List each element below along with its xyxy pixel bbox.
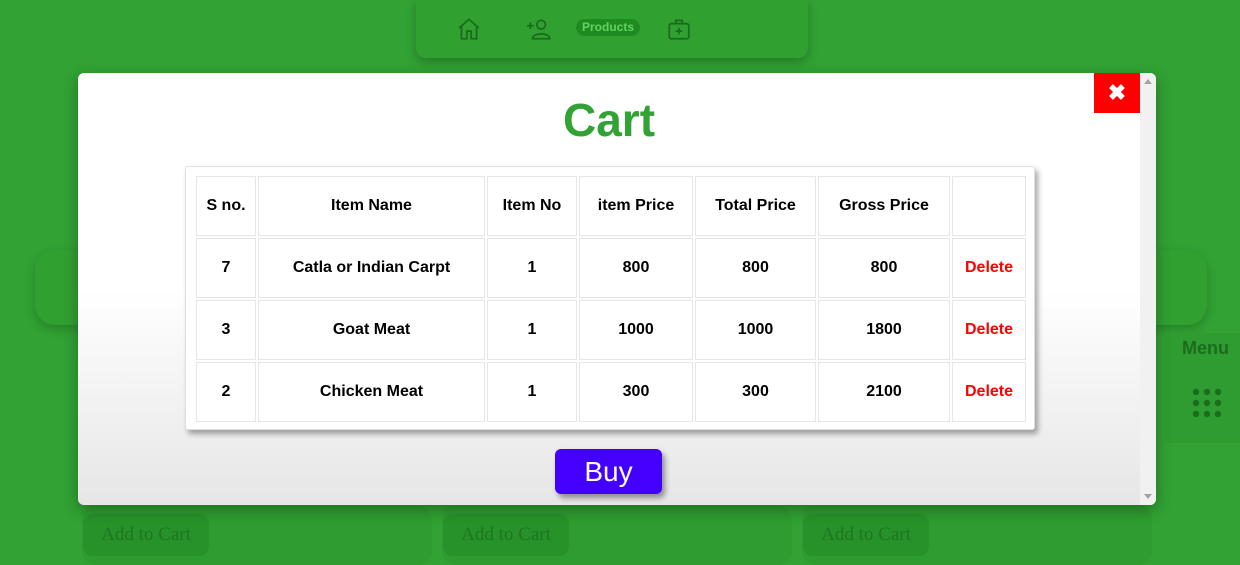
medical-bag-icon[interactable] (666, 16, 692, 42)
cart-table: S no. Item Name Item No item Price Total… (194, 174, 1028, 424)
col-total-price: Total Price (695, 176, 816, 236)
cell-total-price: 1000 (695, 300, 816, 360)
cell-sno: 3 (196, 300, 256, 360)
cell-gross-price: 1800 (818, 300, 950, 360)
col-gross-price: Gross Price (818, 176, 950, 236)
table-row: 7 Catla or Indian Carpt 1 800 800 800 De… (196, 238, 1026, 298)
buy-button[interactable]: Buy (555, 449, 662, 494)
modal-scrollbar[interactable] (1140, 73, 1156, 505)
top-nav: Products (416, 0, 808, 58)
table-row: 2 Chicken Meat 1 300 300 2100 Delete (196, 362, 1026, 422)
grid-menu-icon[interactable] (1191, 387, 1225, 421)
col-action (952, 176, 1026, 236)
cell-item-price: 800 (579, 238, 693, 298)
cell-gross-price: 800 (818, 238, 950, 298)
delete-button[interactable]: Delete (952, 238, 1026, 298)
menu-label[interactable]: Menu (1182, 338, 1229, 359)
add-user-icon[interactable] (526, 16, 552, 42)
cell-item-price: 1000 (579, 300, 693, 360)
cart-modal: ✖ Cart S no. Item Name Item No item Pric… (78, 73, 1156, 505)
cell-sno: 2 (196, 362, 256, 422)
add-to-cart-button[interactable]: Add to Cart (803, 514, 929, 556)
delete-button[interactable]: Delete (952, 362, 1026, 422)
col-sno: S no. (196, 176, 256, 236)
cell-item-no: 1 (487, 300, 577, 360)
add-to-cart-button[interactable]: Add to Cart (83, 514, 209, 556)
col-item-no: Item No (487, 176, 577, 236)
col-item-price: item Price (579, 176, 693, 236)
home-icon[interactable] (456, 16, 482, 42)
cart-table-container: S no. Item Name Item No item Price Total… (185, 166, 1035, 430)
cell-total-price: 300 (695, 362, 816, 422)
cell-item-price: 300 (579, 362, 693, 422)
scroll-down-arrow-icon[interactable] (1144, 494, 1152, 499)
table-header-row: S no. Item Name Item No item Price Total… (196, 176, 1026, 236)
col-item-name: Item Name (258, 176, 485, 236)
add-to-cart-button[interactable]: Add to Cart (443, 514, 569, 556)
scroll-up-arrow-icon[interactable] (1144, 79, 1152, 84)
cell-item-name: Chicken Meat (258, 362, 485, 422)
cell-gross-price: 2100 (818, 362, 950, 422)
cell-total-price: 800 (695, 238, 816, 298)
cell-item-no: 1 (487, 362, 577, 422)
table-row: 3 Goat Meat 1 1000 1000 1800 Delete (196, 300, 1026, 360)
cell-item-no: 1 (487, 238, 577, 298)
cell-item-name: Catla or Indian Carpt (258, 238, 485, 298)
nav-products[interactable]: Products (576, 19, 641, 36)
delete-button[interactable]: Delete (952, 300, 1026, 360)
modal-title: Cart (562, 94, 656, 146)
cell-item-name: Goat Meat (258, 300, 485, 360)
cell-sno: 7 (196, 238, 256, 298)
